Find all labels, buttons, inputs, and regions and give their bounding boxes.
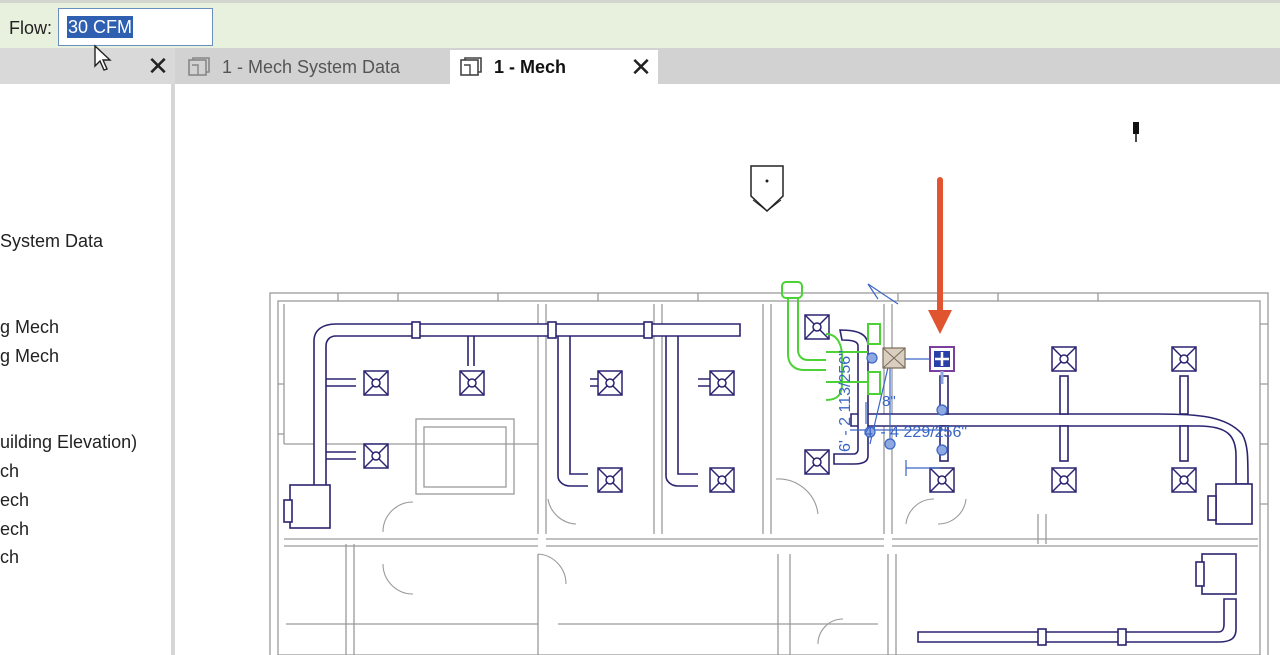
flow-label: Flow: (9, 18, 53, 38)
elevation-marker-icon[interactable] (750, 165, 784, 213)
browser-item[interactable]: System Data (0, 231, 103, 252)
mouse-cursor-icon (94, 44, 112, 71)
browser-item[interactable]: g Mech (0, 317, 59, 338)
options-bar: Flow: 30 CFM (0, 0, 1280, 48)
dimension-label-horizontal[interactable]: 4' - 4 229/256" (864, 424, 967, 441)
floor-plan-drawing[interactable]: 6' - 2 113/256" 4' - 4 229/256" 8" (178, 84, 1280, 655)
building-walls (269, 292, 1269, 655)
red-arrow-annotation (928, 177, 952, 334)
flow-input[interactable]: 30 CFM (58, 8, 213, 46)
browser-item[interactable]: ch (0, 547, 19, 568)
dimension-label-size[interactable]: 8" (882, 393, 896, 410)
dimension-label-vertical[interactable]: 6' - 2 113/256" (837, 350, 854, 452)
close-tab-icon[interactable]: ✕ (630, 54, 652, 80)
browser-item[interactable]: ch (0, 461, 19, 482)
air-terminals[interactable] (363, 314, 1197, 493)
browser-item[interactable]: g Mech (0, 346, 59, 367)
browser-item[interactable]: ech (0, 490, 29, 511)
view-tab-strip: ✕ 1 - Mech System Data 1 - Mech ✕ (0, 48, 1280, 84)
browser-item[interactable]: ech (0, 519, 29, 540)
duct-network[interactable] (283, 321, 1253, 646)
tab-label: 1 - Mech System Data (222, 56, 401, 77)
tab-mech-system-data[interactable]: 1 - Mech System Data (178, 50, 450, 84)
tab-mech[interactable]: 1 - Mech ✕ (450, 50, 658, 84)
drawing-canvas[interactable]: 6' - 2 113/256" 4' - 4 229/256" 8" (178, 84, 1280, 655)
project-browser: System Data g Mech g Mech uilding Elevat… (0, 84, 175, 655)
project-browser-header: ✕ (0, 48, 175, 84)
floor-plan-view-icon (460, 57, 482, 76)
tab-label: 1 - Mech (494, 56, 567, 77)
browser-item[interactable]: uilding Elevation) (0, 432, 137, 453)
flow-value[interactable]: 30 CFM (67, 16, 134, 38)
floor-plan-view-icon (188, 57, 210, 76)
door-swings (382, 478, 967, 645)
highlighted-air-terminal[interactable] (929, 346, 955, 384)
close-panel-icon[interactable]: ✕ (147, 53, 169, 79)
north-marker-icon[interactable] (1133, 122, 1139, 142)
